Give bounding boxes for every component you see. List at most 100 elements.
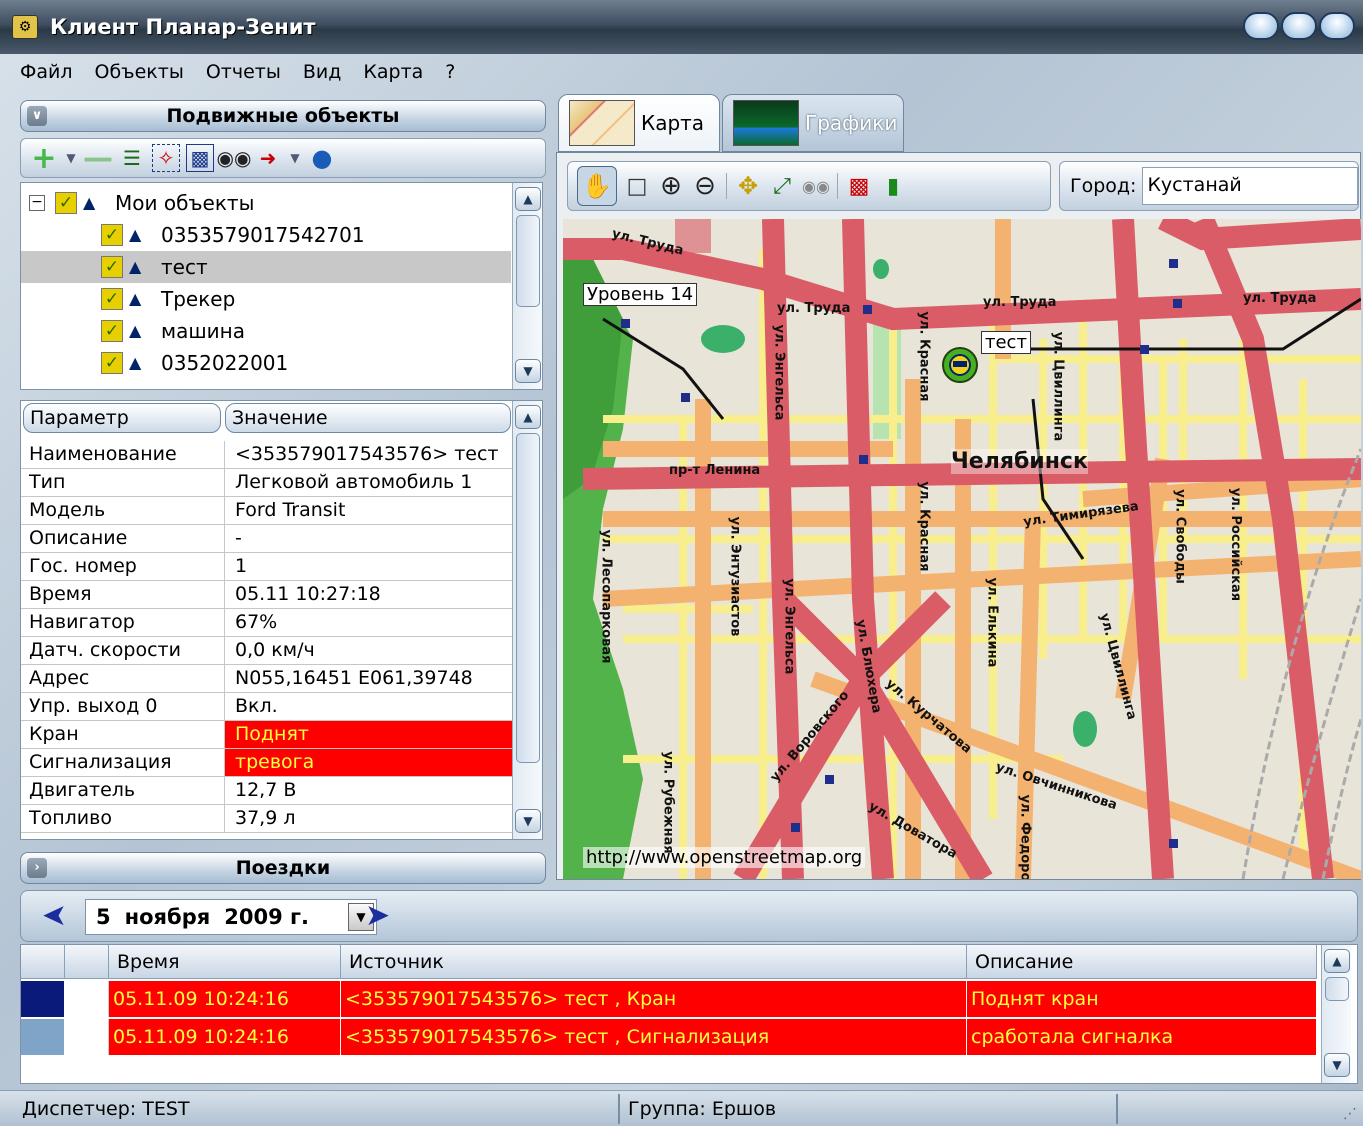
save-map-icon[interactable]: ▩	[845, 172, 873, 200]
list-add-icon[interactable]: ☰	[118, 144, 146, 172]
event-source: <353579017543576> тест , Сигнализация	[341, 1019, 967, 1055]
row-flag	[65, 981, 109, 1017]
date-picker[interactable]: 5 ноября 2009 г. ▼	[85, 899, 377, 935]
scroll-down-icon[interactable]: ▼	[1324, 1053, 1350, 1077]
properties-scrollbar[interactable]: ▲ ▼	[512, 401, 542, 839]
tree-item-selected[interactable]: ✓ ▲ тест	[21, 251, 511, 283]
dropdown-arrow-icon[interactable]: ▼	[64, 144, 78, 172]
checkbox-icon[interactable]: ✓	[101, 288, 123, 310]
tree-root[interactable]: − ✓ ▲ Мои объекты	[21, 187, 511, 219]
property-row[interactable]: Время 05.11 10:27:18	[21, 581, 513, 609]
column-header-source[interactable]: Источник	[341, 945, 967, 979]
checkbox-icon[interactable]: ✓	[101, 352, 123, 374]
property-row[interactable]: Датч. скорости 0,0 км/ч	[21, 637, 513, 665]
scroll-down-icon[interactable]: ▼	[515, 809, 541, 833]
property-row[interactable]: Гос. номер 1	[21, 553, 513, 581]
property-row[interactable]: Описание -	[21, 525, 513, 553]
checkbox-icon[interactable]: ✓	[101, 320, 123, 342]
menu-file[interactable]: Файл	[20, 61, 73, 83]
scroll-up-icon[interactable]: ▲	[515, 405, 541, 429]
dropdown-arrow-icon[interactable]: ▼	[288, 144, 302, 172]
car-icon: ▲	[129, 321, 142, 340]
property-row[interactable]: Наименование <353579017543576> тест	[21, 441, 513, 469]
next-day-arrow-icon[interactable]: ➤	[365, 901, 397, 933]
move-arrows-icon[interactable]: ✥	[734, 172, 762, 200]
binoculars-icon[interactable]: ◉◉	[217, 144, 252, 172]
objects-panel-header[interactable]: ∨ Подвижные объекты	[20, 100, 546, 132]
remove-icon[interactable]: —	[83, 141, 113, 176]
fit-extent-icon[interactable]: ⤢	[768, 172, 796, 200]
ruler-icon[interactable]: ▮	[879, 172, 907, 200]
event-description: Поднят кран	[967, 981, 1317, 1017]
add-icon[interactable]: +	[30, 141, 58, 176]
vehicle-marker-label[interactable]: тест	[981, 331, 1031, 354]
property-row[interactable]: Модель Ford Transit	[21, 497, 513, 525]
event-time: 05.11.09 10:24:16	[109, 1019, 341, 1055]
zoom-in-icon[interactable]: ⊕	[657, 171, 685, 201]
title-bar[interactable]: ⚙ Клиент Планар-Зенит	[0, 0, 1363, 54]
tree-scrollbar[interactable]: ▲ ▼	[512, 183, 542, 389]
property-row[interactable]: Тип Легковой автомобиль 1	[21, 469, 513, 497]
car-frame-icon[interactable]: ▩	[186, 144, 214, 172]
tree-item[interactable]: ✓ ▲ Трекер	[21, 283, 511, 315]
column-header-marker[interactable]	[21, 945, 65, 979]
scroll-up-icon[interactable]: ▲	[515, 187, 541, 211]
binoculars-icon[interactable]: ◉◉	[802, 172, 830, 200]
tree-item[interactable]: ✓ ▲ машина	[21, 315, 511, 347]
map-canvas[interactable]: Уровень 14 тест Челябинск http://www.ope…	[563, 219, 1361, 879]
zoom-area-icon[interactable]: □	[623, 172, 651, 200]
property-row[interactable]: Кран Поднят	[21, 721, 513, 749]
property-key: Топливо	[29, 807, 112, 829]
menu-map[interactable]: Карта	[363, 61, 423, 83]
table-row[interactable]: 05.11.09 10:24:16 <353579017543576> тест…	[21, 1019, 1317, 1055]
attribution-link[interactable]: http://www.openstreetmap.org	[583, 847, 866, 868]
column-header-value[interactable]: Значение	[225, 403, 511, 433]
collapse-tree-icon[interactable]: −	[29, 195, 45, 211]
zoom-out-icon[interactable]: ⊖	[691, 171, 719, 201]
table-row[interactable]: 05.11.09 10:24:16 <353579017543576> тест…	[21, 981, 1317, 1017]
scroll-thumb[interactable]	[516, 215, 540, 307]
scroll-up-icon[interactable]: ▲	[1324, 949, 1350, 973]
resize-grip-icon[interactable]: ⋰	[1343, 1106, 1357, 1122]
menu-objects[interactable]: Объекты	[95, 61, 184, 83]
scroll-thumb[interactable]	[1325, 977, 1349, 1001]
tab-map[interactable]: Карта	[558, 94, 720, 152]
menu-help[interactable]: ?	[445, 61, 455, 83]
property-row[interactable]: Двигатель 12,7 В	[21, 777, 513, 805]
column-header-flag[interactable]	[65, 945, 109, 979]
menu-view[interactable]: Вид	[303, 61, 342, 83]
globe-icon[interactable]: ●	[308, 144, 336, 172]
events-scrollbar[interactable]: ▲ ▼	[1321, 945, 1351, 1083]
car-icon: ▲	[129, 289, 142, 308]
select-area-icon[interactable]: ✧	[152, 144, 180, 172]
property-row[interactable]: Топливо 37,9 л	[21, 805, 513, 833]
collapse-icon[interactable]: ∨	[27, 106, 47, 126]
tree-item[interactable]: ✓ ▲ 0352022001	[21, 347, 511, 379]
maximize-button[interactable]	[1281, 12, 1317, 40]
expand-icon[interactable]: ›	[27, 858, 47, 878]
property-row[interactable]: Адрес N055,16451 E061,39748	[21, 665, 513, 693]
property-row[interactable]: Сигнализация тревога	[21, 749, 513, 777]
prev-day-arrow-icon[interactable]: ➤	[35, 898, 67, 933]
scroll-down-icon[interactable]: ▼	[515, 359, 541, 383]
tab-charts[interactable]: Графики	[722, 94, 904, 152]
minimize-button[interactable]	[1243, 12, 1279, 40]
checkbox-icon[interactable]: ✓	[101, 224, 123, 246]
tree-item[interactable]: ✓ ▲ 0353579017542701	[21, 219, 511, 251]
trips-panel-header[interactable]: › Поездки	[20, 852, 546, 884]
scroll-thumb[interactable]	[516, 433, 540, 763]
status-empty	[1118, 1094, 1318, 1124]
chart-thumbnail-icon	[733, 100, 799, 146]
city-input[interactable]: Кустанай	[1142, 167, 1358, 205]
close-button[interactable]	[1319, 12, 1355, 40]
column-header-param[interactable]: Параметр	[23, 403, 221, 433]
column-header-description[interactable]: Описание	[967, 945, 1317, 979]
property-row[interactable]: Упр. выход 0 Вкл.	[21, 693, 513, 721]
checkbox-icon[interactable]: ✓	[101, 256, 123, 278]
column-header-time[interactable]: Время	[109, 945, 341, 979]
export-icon[interactable]: ➜	[254, 144, 282, 172]
menu-reports[interactable]: Отчеты	[206, 61, 281, 83]
hand-pan-icon[interactable]: ✋	[577, 166, 617, 206]
property-row[interactable]: Навигатор 67%	[21, 609, 513, 637]
checkbox-icon[interactable]: ✓	[55, 192, 77, 214]
